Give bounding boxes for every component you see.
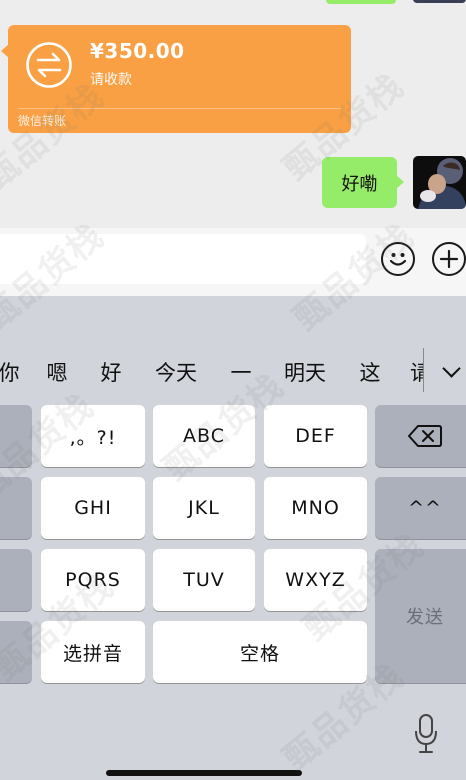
key-tuv[interactable]: TUV: [153, 549, 255, 611]
transfer-divider: [18, 108, 341, 109]
candidate-item[interactable]: 一: [224, 342, 258, 404]
transfer-description: 请收款: [90, 72, 132, 88]
candidate-item[interactable]: 今天: [148, 342, 204, 404]
previous-message-bubble[interactable]: [326, 0, 396, 4]
key-wxyz[interactable]: WXYZ: [264, 549, 367, 611]
key-ghi[interactable]: GHI: [41, 477, 145, 539]
microphone-icon[interactable]: [414, 714, 438, 754]
key-mno[interactable]: MNO: [264, 477, 367, 539]
candidate-item[interactable]: 这: [353, 342, 387, 404]
sent-message-bubble[interactable]: 好嘞: [322, 157, 404, 208]
plus-circle-icon[interactable]: [432, 242, 466, 276]
input-bar: [0, 228, 466, 296]
message-input[interactable]: [0, 234, 366, 284]
key-emoticon[interactable]: ^^: [375, 477, 466, 539]
avatar[interactable]: [413, 156, 466, 209]
space-key[interactable]: 空格: [153, 621, 367, 683]
transfer-footer: 微信转账: [18, 114, 67, 128]
transfer-message[interactable]: ¥350.00 请收款 微信转账: [1, 25, 351, 133]
candidate-item[interactable]: 请: [410, 342, 423, 404]
key-pqrs[interactable]: PQRS: [41, 549, 145, 611]
key-select-pinyin[interactable]: 选拼音: [41, 621, 145, 683]
candidate-bar: 你 嗯 好 今天 一 明天 这 请: [0, 342, 466, 404]
key-abc[interactable]: ABC: [153, 405, 255, 467]
left-function-key[interactable]: [0, 405, 32, 467]
transfer-amount: ¥350.00: [90, 39, 185, 63]
send-button[interactable]: 发送: [375, 549, 466, 683]
key-punctuation[interactable]: ,。?!: [41, 405, 145, 467]
home-indicator: [106, 770, 302, 776]
candidate-item[interactable]: 嗯: [40, 342, 74, 404]
previous-avatar[interactable]: [413, 0, 466, 3]
keyboard: 你 嗯 好 今天 一 明天 这 请 ,。?! ABC DEF GHI JKL M…: [0, 296, 466, 780]
key-jkl[interactable]: JKL: [153, 477, 255, 539]
delete-key[interactable]: [375, 405, 466, 467]
left-function-key[interactable]: [0, 621, 32, 683]
backspace-icon: [408, 425, 442, 447]
candidate-item[interactable]: 好: [94, 342, 128, 404]
smiley-icon[interactable]: [381, 242, 415, 276]
key-def[interactable]: DEF: [264, 405, 367, 467]
candidate-separator: [423, 348, 424, 392]
chat-area: ¥350.00 请收款 微信转账 好嘞: [0, 0, 466, 228]
left-function-key[interactable]: [0, 549, 32, 611]
left-function-key[interactable]: [0, 477, 32, 539]
candidate-item[interactable]: 明天: [277, 342, 333, 404]
candidate-item[interactable]: 你: [0, 342, 26, 404]
transfer-icon: [26, 42, 72, 88]
